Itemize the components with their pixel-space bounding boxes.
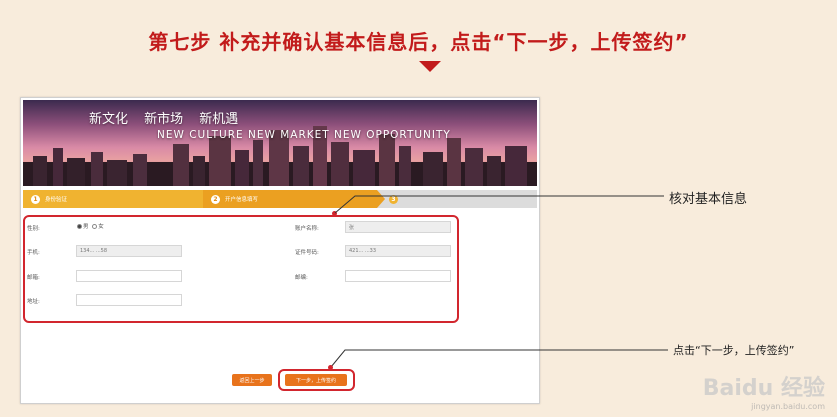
baidu-watermark: Baidu 经验 jingyan.baidu.com: [703, 370, 825, 411]
step-progress-bar: 1 身份验证 2 开户信息填写 3: [23, 190, 537, 208]
callout-dot-next: [328, 365, 333, 370]
callout-verify-info: 核对基本信息: [669, 192, 748, 207]
step-number: 1: [31, 194, 40, 204]
instruction-headline: 第七步 补充并确认基本信息后，点击“下一步，上传签约”: [148, 30, 689, 54]
step-identity-verification: 1 身份验证: [23, 190, 203, 208]
browser-screenshot: 新文化 新市场 新机遇 NEW CULTURE NEW MARKET NEW O…: [20, 97, 540, 404]
step-number: 2: [211, 194, 220, 204]
banner-tagline-cn: 新文化 新市场 新机遇: [89, 112, 239, 127]
banner-tagline-en: NEW CULTURE NEW MARKET NEW OPPORTUNITY: [157, 129, 451, 141]
step-separator-icon: [377, 190, 385, 208]
callout-click-next: 点击“下一步，上传签约”: [673, 344, 795, 357]
watermark-url: jingyan.baidu.com: [751, 402, 825, 411]
back-button[interactable]: 返回上一步: [232, 374, 272, 386]
info-highlight-box: [23, 215, 459, 323]
step-label: 身份验证: [45, 197, 68, 203]
step-label: 开户信息填写: [225, 197, 259, 203]
step-account-info: 2 开户信息填写: [203, 190, 377, 208]
watermark-brand: Baidu 经验: [702, 376, 825, 401]
down-arrow-icon: [419, 61, 441, 72]
callout-dot-verify: [332, 211, 337, 216]
banner: 新文化 新市场 新机遇 NEW CULTURE NEW MARKET NEW O…: [23, 100, 537, 186]
next-button-highlight-box: [278, 369, 355, 391]
step-upload-sign: 3: [389, 190, 409, 208]
step-number: 3: [389, 194, 398, 204]
